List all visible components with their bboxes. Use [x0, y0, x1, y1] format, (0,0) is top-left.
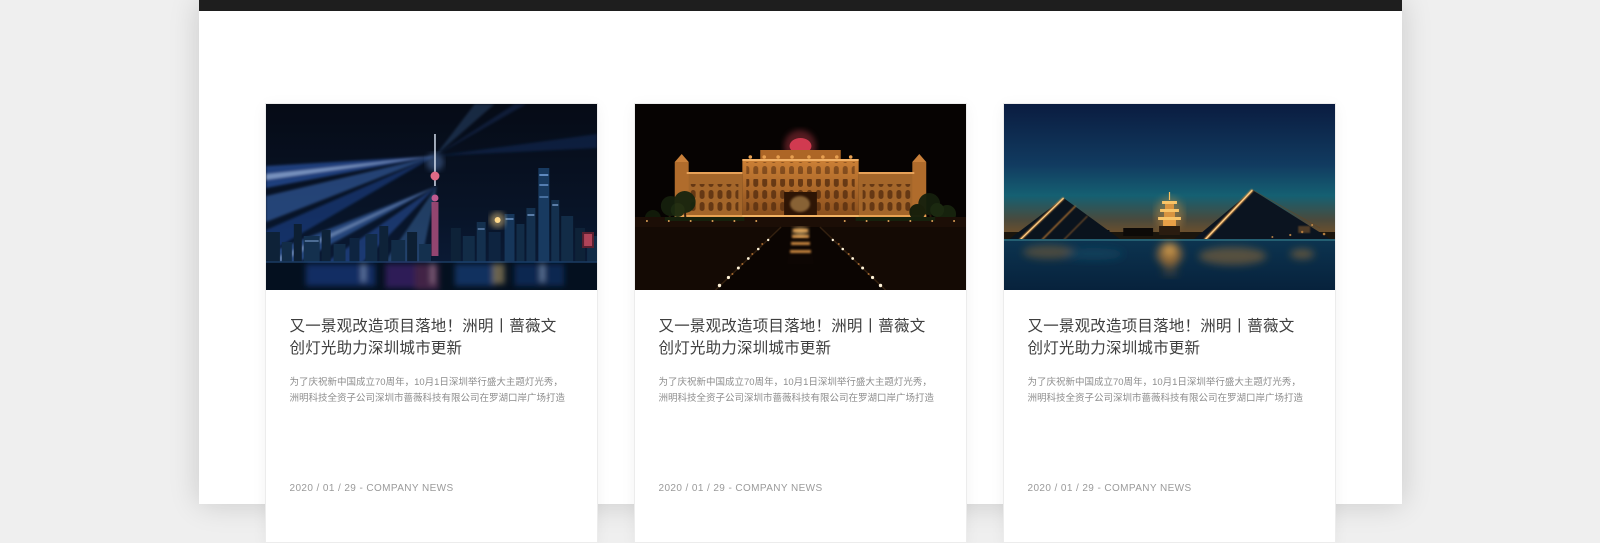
news-date: 2020 / 01 / 29 [289, 483, 357, 494]
news-excerpt: 为了庆祝新中国成立70周年，10月1日深圳举行盛大主题灯光秀， 洲明科技全资子公司… [289, 377, 566, 404]
news-date: 2020 / 01 / 29 [658, 483, 726, 494]
news-excerpt: 为了庆祝新中国成立70周年，10月1日深圳举行盛大主题灯光秀， 洲明科技全资子公司… [1027, 377, 1304, 404]
news-category: COMPANY NEWS [735, 483, 823, 494]
news-card-body: 又一景观改造项目落地！洲明丨蔷薇文 创灯光助力深圳城市更新 为了庆祝新中国成立70… [635, 290, 966, 542]
palace-night-illustration [634, 104, 966, 290]
site-top-bar [198, 0, 1402, 11]
news-card-2[interactable]: 又一景观改造项目落地！洲明丨蔷薇文 创灯光助力深圳城市更新 为了庆祝新中国成立70… [633, 103, 967, 543]
news-image-palace-night [634, 104, 966, 290]
shanghai-skyline-illustration [265, 104, 597, 290]
news-title[interactable]: 又一景观改造项目落地！洲明丨蔷薇文 创灯光助力深圳城市更新 [659, 316, 942, 360]
news-category: COMPANY NEWS [366, 483, 454, 494]
news-image-shanghai-light-show [265, 104, 597, 290]
news-title[interactable]: 又一景观改造项目落地！洲明丨蔷薇文 创灯光助力深圳城市更新 [290, 316, 573, 360]
news-card-1[interactable]: 又一景观改造项目落地！洲明丨蔷薇文 创灯光助力深圳城市更新 为了庆祝新中国成立70… [264, 103, 598, 543]
news-meta: 2020 / 01 / 29 - COMPANY NEWS [1028, 483, 1192, 494]
news-date: 2020 / 01 / 29 [1027, 483, 1095, 494]
news-excerpt: 为了庆祝新中国成立70周年，10月1日深圳举行盛大主题灯光秀， 洲明科技全资子公司… [658, 377, 935, 404]
meta-separator: - [1097, 483, 1102, 494]
news-meta: 2020 / 01 / 29 - COMPANY NEWS [290, 483, 454, 494]
news-title[interactable]: 又一景观改造项目落地！洲明丨蔷薇文 创灯光助力深圳城市更新 [1028, 316, 1311, 360]
news-image-lakeside-pagoda [1003, 104, 1335, 290]
news-meta: 2020 / 01 / 29 - COMPANY NEWS [659, 483, 823, 494]
news-category: COMPANY NEWS [1104, 483, 1192, 494]
news-card-body: 又一景观改造项目落地！洲明丨蔷薇文 创灯光助力深圳城市更新 为了庆祝新中国成立70… [1004, 290, 1335, 542]
meta-separator: - [728, 483, 733, 494]
meta-separator: - [359, 483, 364, 494]
lakeside-pagoda-illustration [1003, 104, 1335, 290]
news-card-3[interactable]: 又一景观改造项目落地！洲明丨蔷薇文 创灯光助力深圳城市更新 为了庆祝新中国成立70… [1002, 103, 1336, 543]
page-content-area: 又一景观改造项目落地！洲明丨蔷薇文 创灯光助力深圳城市更新 为了庆祝新中国成立70… [198, 0, 1402, 543]
news-card-body: 又一景观改造项目落地！洲明丨蔷薇文 创灯光助力深圳城市更新 为了庆祝新中国成立70… [266, 290, 597, 542]
news-cards-row: 又一景观改造项目落地！洲明丨蔷薇文 创灯光助力深圳城市更新 为了庆祝新中国成立70… [199, 11, 1402, 543]
